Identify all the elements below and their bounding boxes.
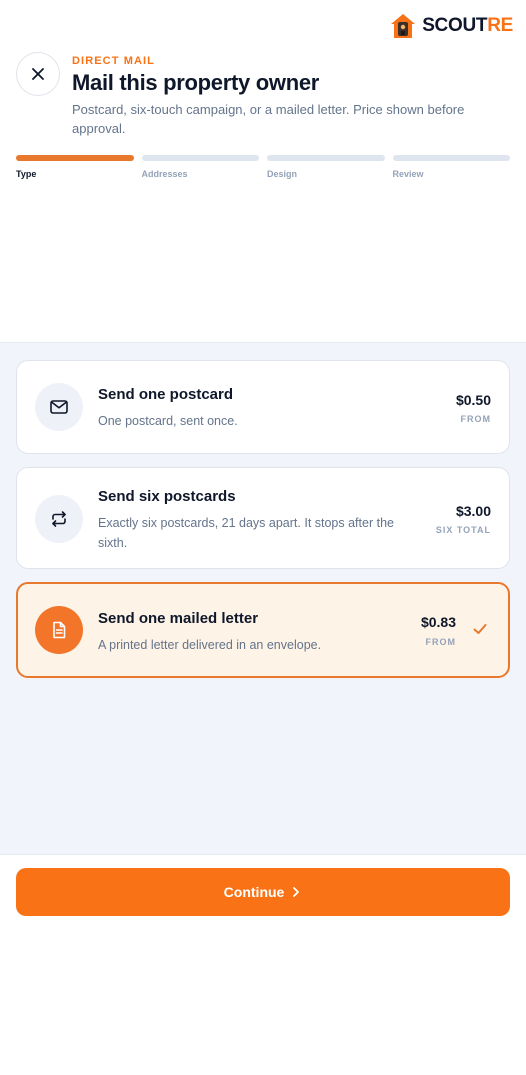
step-addresses: Addresses xyxy=(141,155,259,179)
step-label: Addresses xyxy=(141,169,188,179)
step-bar xyxy=(141,155,259,161)
option-title: Send one mailed letter xyxy=(98,610,259,627)
chevron-right-icon xyxy=(293,887,300,897)
option-price-label: FROM xyxy=(460,414,491,424)
option-price-label: SIX TOTAL xyxy=(435,525,491,535)
option-mailed-letter[interactable]: Send one mailed letter A printed letter … xyxy=(16,582,510,678)
close-icon xyxy=(32,68,44,80)
option-icon-wrap xyxy=(35,606,83,654)
continue-label: Continue xyxy=(223,884,285,900)
step-design: Design xyxy=(267,155,385,179)
page-title: Mail this property owner xyxy=(72,70,320,95)
brand-name: SCOUTRE xyxy=(422,15,513,36)
document-icon xyxy=(53,621,66,639)
step-bar xyxy=(392,155,510,161)
option-icon-wrap xyxy=(35,495,83,543)
option-price: $0.50 xyxy=(455,392,491,408)
option-price-label: FROM xyxy=(425,637,456,647)
continue-button[interactable]: Continue xyxy=(16,868,510,916)
option-title: Send one postcard xyxy=(98,386,234,403)
step-review: Review xyxy=(392,155,510,179)
option-price: $0.83 xyxy=(420,614,456,630)
option-price: $3.00 xyxy=(455,503,491,519)
page-subtitle: Postcard, six-touch campaign, or a maile… xyxy=(72,102,465,136)
option-title: Send six postcards xyxy=(98,488,236,505)
option-description: A printed letter delivered in an envelop… xyxy=(98,638,322,652)
section-eyebrow: DIRECT MAIL xyxy=(72,55,155,67)
close-button[interactable] xyxy=(16,52,60,96)
step-label: Type xyxy=(16,169,37,179)
option-description: One postcard, sent once. xyxy=(98,414,238,428)
step-bar xyxy=(16,155,134,161)
envelope-icon xyxy=(50,400,68,414)
brand-logo[interactable]: SCOUTRE xyxy=(390,13,513,39)
option-one-postcard[interactable]: Send one postcard One postcard, sent onc… xyxy=(16,360,510,454)
option-six-postcards[interactable]: Send six postcards Exactly six postcards… xyxy=(16,467,510,569)
header-section: SCOUTRE DIRECT MAIL Mail this property o… xyxy=(0,0,526,343)
step-bar xyxy=(267,155,385,161)
step-type: Type xyxy=(16,155,134,179)
progress-steps: Type Addresses Design Review xyxy=(16,155,510,179)
house-logo-icon xyxy=(391,14,416,38)
step-label: Review xyxy=(392,169,424,179)
option-description: Exactly six postcards, 21 days apart. It… xyxy=(98,516,394,550)
repeat-icon xyxy=(52,511,66,527)
check-icon xyxy=(473,624,487,634)
step-label: Design xyxy=(267,169,298,179)
option-icon-wrap xyxy=(35,383,83,431)
